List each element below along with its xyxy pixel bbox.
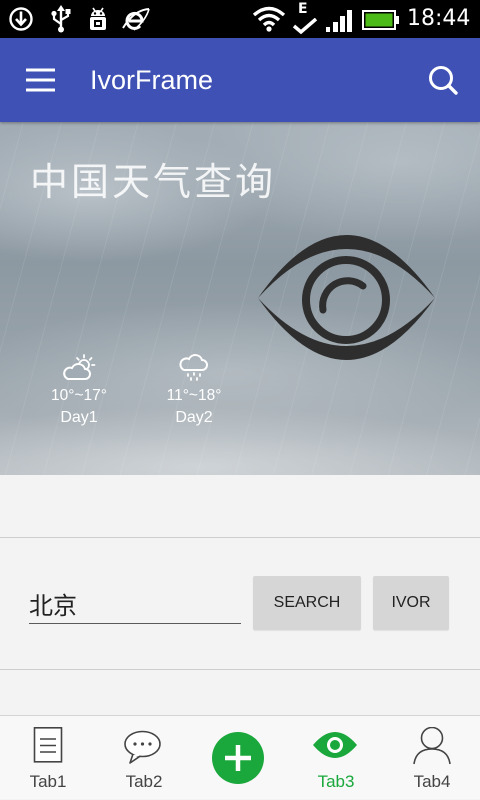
tab-label: Tab1: [29, 772, 67, 791]
usb-icon: [51, 5, 71, 33]
eye-icon: [313, 732, 357, 758]
bottom-navigation: Tab1 Tab2 Tab3 Tab4: [0, 715, 480, 799]
clock: 18:44: [407, 6, 471, 31]
tab-label: Tab4: [413, 772, 451, 791]
app-title: IvorFrame: [90, 65, 214, 95]
search-city-button[interactable]: SEARCH: [253, 576, 361, 630]
divider-top: [0, 537, 480, 538]
search-button[interactable]: [418, 56, 464, 100]
document-icon: [33, 727, 63, 763]
menu-button[interactable]: [16, 58, 64, 102]
download-icon: [9, 7, 33, 31]
plus-icon: [212, 732, 264, 784]
forecast-temperature: 10°~17°: [51, 387, 107, 404]
partly-cloudy-icon: [63, 354, 96, 380]
signal-icon: [326, 10, 352, 32]
tab-3[interactable]: Tab3: [288, 716, 384, 800]
add-button[interactable]: [192, 716, 288, 800]
person-icon: [413, 727, 451, 765]
tab-2[interactable]: Tab2: [96, 716, 192, 800]
eye-logo-icon: [258, 235, 435, 360]
divider-bottom: [0, 669, 480, 670]
forecast-day-label: Day2: [175, 409, 213, 426]
hero-title: 中国天气查询: [30, 162, 277, 204]
search-icon: [429, 66, 458, 95]
status-bar: E 18:44: [0, 0, 480, 38]
sync-icon: [122, 8, 150, 31]
menu-icon: [26, 68, 55, 92]
tab-label: Tab2: [125, 772, 163, 791]
tab-1[interactable]: Tab1: [0, 716, 96, 800]
rain-icon: [179, 354, 208, 381]
tab-4[interactable]: Tab4: [384, 716, 480, 800]
app-bar: IvorFrame: [0, 38, 480, 122]
battery-icon: [362, 10, 399, 30]
city-input[interactable]: [29, 583, 241, 624]
chat-icon: [124, 730, 161, 764]
wifi-icon: [252, 6, 286, 32]
forecast-day-2: 11°~18° Day2: [144, 354, 244, 428]
weather-hero: 中国天气查询 10°~17° Day1 11°~18° Day2: [0, 122, 480, 475]
forecast-temperature: 11°~18°: [166, 387, 222, 404]
data-activity-icon: [292, 18, 318, 35]
tab-label: Tab3: [317, 772, 355, 791]
ivor-button[interactable]: IVOR: [373, 576, 449, 630]
network-type-label: E: [298, 1, 308, 17]
usb-debugging-icon: [90, 7, 106, 30]
forecast-day-1: 10°~17° Day1: [29, 354, 129, 428]
forecast-day-label: Day1: [60, 409, 98, 426]
